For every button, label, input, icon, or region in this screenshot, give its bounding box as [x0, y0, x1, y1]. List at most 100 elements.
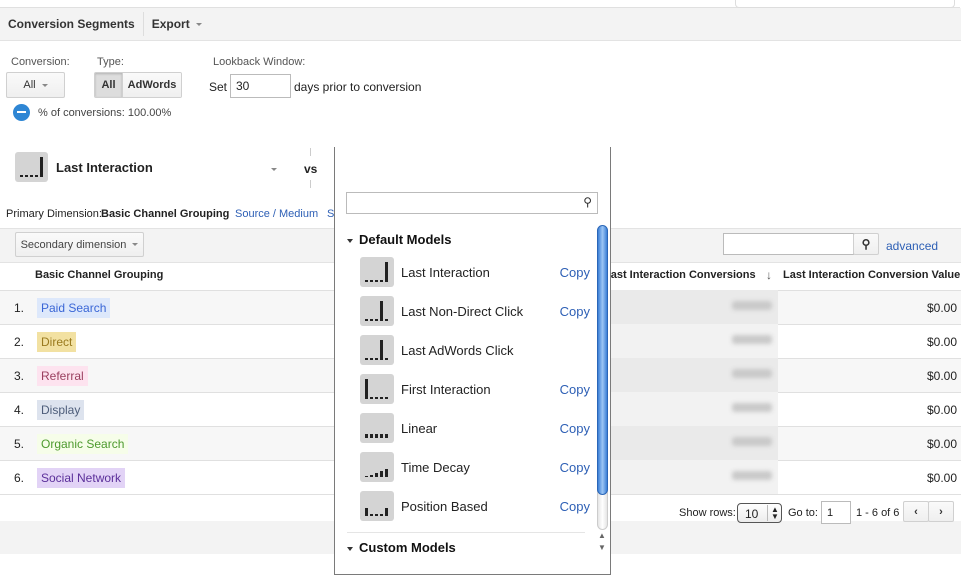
channel-link[interactable]: Paid Search — [37, 298, 111, 318]
lookback-label: Lookback Window: — [213, 56, 306, 68]
custom-models-label: Custom Models — [359, 540, 456, 555]
secondary-dimension-dropdown[interactable]: Secondary dimension — [15, 232, 144, 257]
lookback-days-input[interactable]: 30 — [230, 74, 291, 98]
date-range-peek[interactable] — [735, 0, 955, 8]
primary-model-selector[interactable]: Last Interaction — [15, 152, 280, 184]
column-header-conversion-value[interactable]: Last Interaction Conversion Value — [783, 269, 960, 281]
advanced-filter-link[interactable]: advanced — [886, 239, 938, 253]
copy-model-link[interactable]: Copy — [560, 382, 590, 397]
scroll-up-arrow-icon[interactable]: ▲ — [598, 531, 606, 540]
redacted-value — [732, 471, 772, 480]
scroll-down-arrow-icon[interactable]: ▼ — [598, 543, 606, 552]
column-header-conversions[interactable]: Last Interaction Conversions — [604, 269, 756, 281]
redacted-value — [732, 403, 772, 412]
model-name: Last Non-Direct Click — [401, 304, 524, 319]
model-dropdown-panel: ⚲ Default Models Last Interaction Copy Las… — [334, 147, 611, 575]
conversion-label: Conversion: — [11, 56, 70, 68]
triangle-down-icon — [347, 238, 353, 243]
type-label: Type: — [97, 56, 124, 68]
model-name: First Interaction — [401, 382, 491, 397]
row-number: 3. — [14, 369, 25, 383]
copy-model-link[interactable]: Copy — [560, 421, 590, 436]
default-models-group[interactable]: Default Models — [347, 232, 451, 247]
conversions-cell-redacted — [600, 324, 778, 358]
default-models-label: Default Models — [359, 232, 452, 247]
model-name: Last AdWords Click — [401, 343, 514, 358]
type-toggle: All AdWords — [94, 72, 182, 98]
model-search-input[interactable]: ⚲ — [346, 192, 598, 214]
chevron-down-icon — [271, 168, 277, 171]
model-option[interactable]: First Interaction Copy — [360, 374, 590, 408]
select-divider — [767, 505, 768, 521]
next-page-button[interactable]: › — [928, 501, 954, 522]
export-label: Export — [151, 17, 190, 31]
primary-dimension-label: Primary Dimension: — [6, 208, 102, 220]
model-option[interactable]: Last Interaction Copy — [360, 257, 590, 291]
channel-link[interactable]: Referral — [37, 366, 88, 386]
triangle-down-icon — [347, 546, 353, 551]
pie-chart-icon — [13, 104, 30, 121]
pagination-range: 1 - 6 of 6 — [856, 507, 900, 519]
show-rows-label: Show rows: — [679, 507, 736, 519]
row-number: 1. — [14, 301, 25, 315]
dropdown-scrollbar[interactable]: ▲ ▼ — [595, 225, 609, 555]
copy-model-link[interactable]: Copy — [560, 460, 590, 475]
type-all-button[interactable]: All — [95, 73, 123, 97]
conversions-cell-redacted — [600, 460, 778, 494]
chevron-left-icon: ‹ — [914, 505, 918, 518]
column-header-channel[interactable]: Basic Channel Grouping — [35, 269, 163, 281]
chevron-down-icon — [195, 22, 202, 26]
vs-divider-bottom — [310, 180, 311, 188]
copy-model-link[interactable]: Copy — [560, 304, 590, 319]
secondary-dimension-label: Secondary dimension — [20, 238, 127, 251]
linear-icon — [360, 413, 394, 443]
copy-model-link[interactable]: Copy — [560, 499, 590, 514]
first-interaction-icon — [360, 374, 394, 404]
channel-link[interactable]: Organic Search — [37, 434, 129, 454]
stepper-icon: ▲ ▼ — [771, 505, 779, 521]
report-toolbar: Conversion Segments Export — [0, 8, 961, 41]
chevron-down-icon — [41, 83, 48, 87]
goto-page-input[interactable]: 1 — [821, 501, 851, 524]
dimension-source-medium[interactable]: Source / Medium — [235, 208, 318, 220]
type-adwords-button[interactable]: AdWords — [123, 73, 181, 97]
model-option[interactable]: Last Non-Direct Click Copy — [360, 296, 590, 330]
table-search-input[interactable] — [723, 233, 854, 255]
conversion-dropdown[interactable]: All — [6, 72, 65, 98]
row-number: 5. — [14, 437, 25, 451]
model-name: Last Interaction — [401, 265, 490, 280]
conversion-segments-button[interactable]: Conversion Segments — [0, 8, 143, 40]
row-number: 4. — [14, 403, 25, 417]
show-rows-select[interactable]: 10 ▲ ▼ — [737, 503, 782, 523]
scrollbar-track[interactable] — [597, 490, 608, 530]
channel-link[interactable]: Display — [37, 400, 85, 420]
conversions-cell-redacted — [600, 290, 778, 324]
last-adwords-icon — [360, 335, 394, 365]
model-name: Time Decay — [401, 460, 470, 475]
model-option[interactable]: Position Based Copy — [360, 491, 590, 525]
table-search-button[interactable]: ⚲ — [853, 233, 879, 255]
copy-model-link[interactable]: Copy — [560, 265, 590, 280]
conversions-cell-redacted — [600, 358, 778, 392]
model-option[interactable]: Linear Copy — [360, 413, 590, 447]
channel-link[interactable]: Direct — [37, 332, 77, 352]
model-option[interactable]: Time Decay Copy — [360, 452, 590, 486]
model-option[interactable]: Last AdWords Click — [360, 335, 590, 369]
lookback-suffix: days prior to conversion — [294, 80, 422, 94]
dimension-basic-channel-grouping[interactable]: Basic Channel Grouping — [101, 208, 229, 220]
conversion-value-cell: $0.00 — [926, 335, 957, 349]
channel-link[interactable]: Social Network — [37, 468, 126, 488]
redacted-value — [732, 335, 772, 344]
time-decay-icon — [360, 452, 394, 482]
search-icon: ⚲ — [583, 195, 592, 209]
export-button[interactable]: Export — [144, 8, 210, 40]
scrollbar-thumb[interactable] — [597, 225, 608, 495]
custom-models-group[interactable]: Custom Models — [347, 540, 456, 555]
chevron-down-icon — [132, 243, 139, 246]
lookback-prefix: Set — [209, 80, 228, 94]
previous-page-button[interactable]: ‹ — [903, 501, 929, 522]
search-icon: ⚲ — [861, 237, 871, 251]
row-number: 2. — [14, 335, 25, 349]
sort-descending-icon[interactable]: ↓ — [766, 268, 772, 282]
conversion-value-cell: $0.00 — [926, 369, 957, 383]
